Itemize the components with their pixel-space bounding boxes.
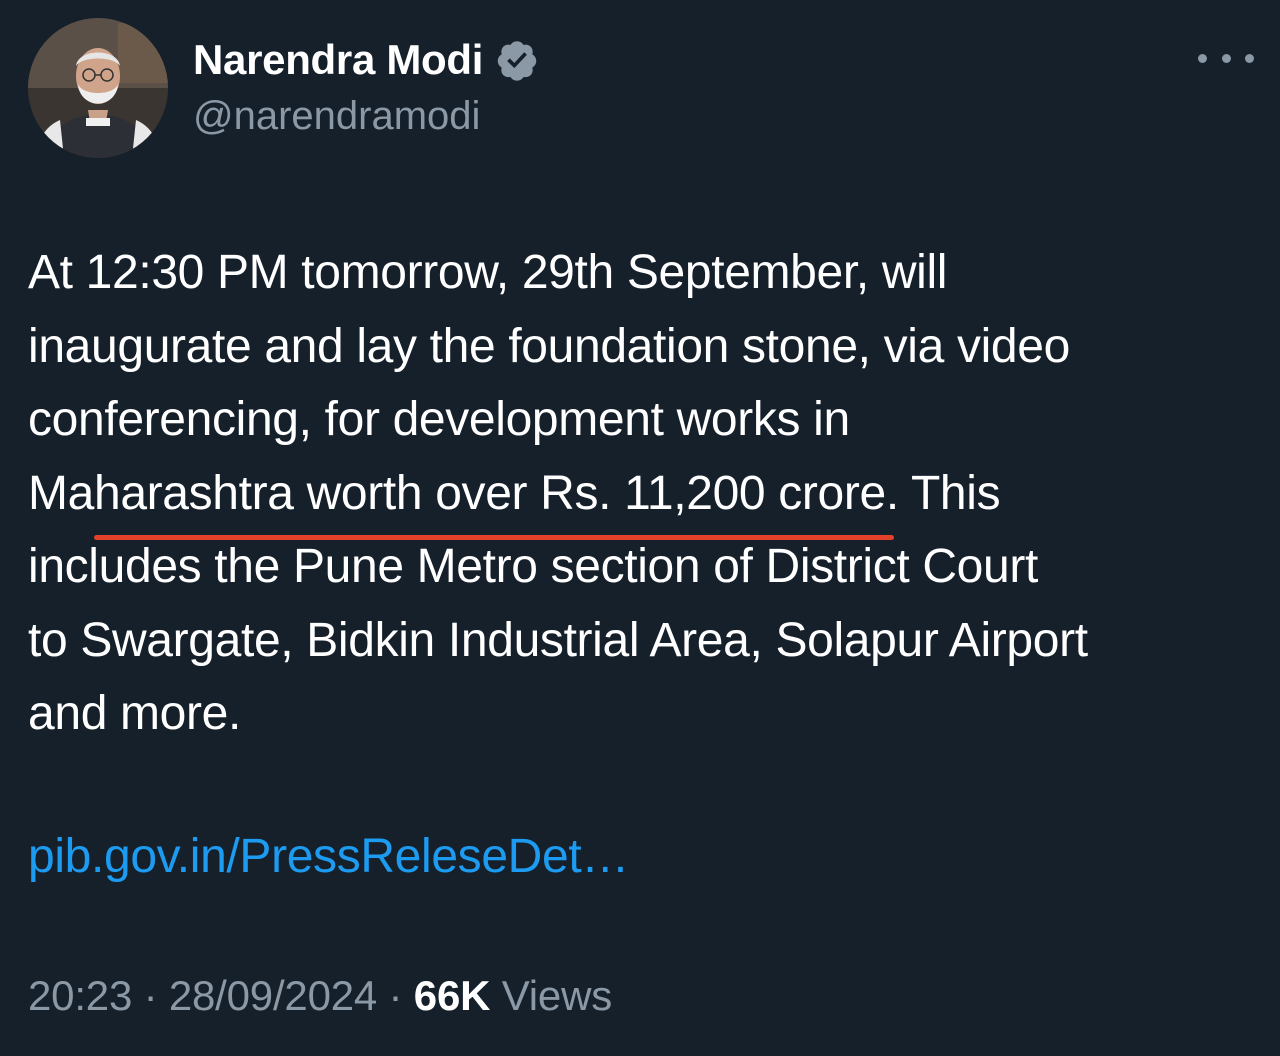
tweet-text-segment: Ma (28, 466, 94, 520)
author-name-row[interactable]: Narendra Modi (193, 34, 539, 86)
tweet-line: inaugurate and lay the foundation stone,… (28, 319, 1070, 373)
tweet-text-segment: . This (885, 466, 1001, 520)
press-release-link[interactable]: pib.gov.in/PressReleseDet… (28, 820, 629, 893)
tweet-line: to Swargate, Bidkin Industrial Area, Sol… (28, 613, 1088, 667)
more-dot (1198, 53, 1207, 63)
meta-separator: · (377, 972, 414, 1019)
tweet-time[interactable]: 20:23 (28, 972, 132, 1019)
avatar[interactable] (28, 18, 168, 158)
views-label: Views (490, 972, 612, 1019)
display-name[interactable]: Narendra Modi (193, 36, 483, 84)
meta-separator: · (132, 972, 169, 1019)
tweet-date[interactable]: 28/09/2024 (169, 972, 377, 1019)
tweet-line: and more. (28, 687, 241, 740)
tweet-line: At 12:30 PM tomorrow, 29th September, wi… (28, 246, 948, 299)
tweet-line: includes the Pune Metro section of Distr… (28, 540, 1038, 593)
more-options-icon[interactable] (1198, 38, 1254, 78)
highlight-underline: harashtra worth over Rs. 11,200 crore (93, 457, 894, 540)
verified-badge-icon (495, 38, 539, 82)
user-handle[interactable]: @narendramodi (193, 94, 480, 139)
views-count: 66K (413, 972, 491, 1019)
profile-photo-icon (28, 18, 168, 158)
tweet-card: Narendra Modi @narendramodi At 12:30 PM … (0, 0, 1280, 1056)
tweet-text: At 12:30 PM tomorrow, 29th September, wi… (28, 236, 1263, 751)
tweet-line: Maharashtra worth over Rs. 11,200 crore.… (28, 457, 1263, 540)
more-dot (1221, 53, 1231, 63)
more-dot (1245, 53, 1254, 63)
tweet-line: conferencing, for development works in (28, 393, 850, 446)
tweet-meta: 20:23 · 28/09/2024 · 66K Views (28, 966, 612, 1026)
